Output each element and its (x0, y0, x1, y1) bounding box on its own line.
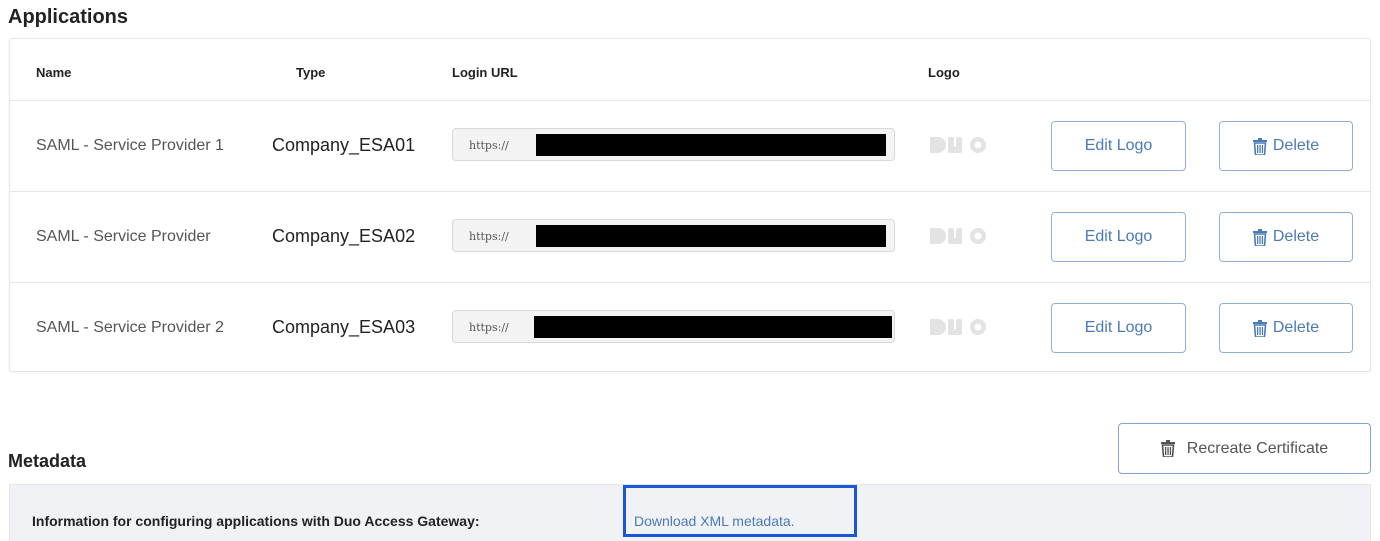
redacted-url (534, 316, 892, 338)
application-type: Company_ESA03 (272, 317, 416, 337)
table-header: Name Type Login URL Logo (10, 39, 1370, 101)
login-url-prefix: https:// (469, 139, 509, 152)
application-name: SAML - Service Provider (36, 228, 211, 245)
login-url-prefix: https:// (469, 230, 509, 243)
duo-logo (930, 319, 986, 335)
recreate-certificate-label: Recreate Certificate (1186, 439, 1329, 457)
delete-button[interactable]: Delete (1219, 121, 1353, 171)
edit-logo-button[interactable]: Edit Logo (1051, 121, 1186, 171)
login-url-field[interactable]: https:// (452, 310, 895, 343)
table-row: SAML - Service Provider Company_ESA02 ht… (10, 192, 1370, 283)
edit-logo-button[interactable]: Edit Logo (1051, 212, 1186, 262)
edit-logo-label: Edit Logo (1084, 228, 1153, 245)
redacted-url (536, 225, 886, 247)
trash-icon (1252, 228, 1267, 246)
delete-button[interactable]: Delete (1219, 303, 1353, 353)
applications-table: Name Type Login URL Logo SAML - Service … (9, 38, 1371, 372)
login-url-field[interactable]: https:// (452, 128, 895, 161)
application-name: SAML - Service Provider 2 (36, 319, 224, 336)
duo-logo (930, 228, 986, 244)
duo-logo (930, 137, 986, 153)
application-type: Company_ESA01 (272, 135, 416, 155)
table-row: SAML - Service Provider 1 Company_ESA01 … (10, 101, 1370, 192)
applications-title: Applications (8, 6, 129, 28)
login-url-field[interactable]: https:// (452, 219, 895, 252)
column-header-logo: Logo (928, 65, 960, 80)
delete-label: Delete (1272, 228, 1320, 245)
delete-label: Delete (1272, 137, 1320, 154)
trash-icon (1160, 440, 1175, 457)
edit-logo-label: Edit Logo (1084, 137, 1153, 154)
column-header-type: Type (296, 65, 326, 80)
application-name: SAML - Service Provider 1 (36, 137, 224, 154)
table-row: SAML - Service Provider 2 Company_ESA03 … (10, 283, 1370, 374)
metadata-info-text: Information for configuring applications… (32, 513, 480, 529)
column-header-name: Name (36, 65, 72, 80)
download-xml-metadata-link[interactable]: Download XML metadata. (623, 485, 857, 537)
login-url-prefix: https:// (469, 321, 509, 334)
delete-label: Delete (1272, 319, 1320, 336)
application-type: Company_ESA02 (272, 226, 416, 246)
metadata-info-bar: Information for configuring applications… (9, 484, 1371, 541)
trash-icon (1252, 137, 1267, 155)
trash-icon (1252, 319, 1267, 337)
delete-button[interactable]: Delete (1219, 212, 1353, 262)
edit-logo-button[interactable]: Edit Logo (1051, 303, 1186, 353)
edit-logo-label: Edit Logo (1084, 319, 1153, 336)
metadata-title: Metadata (8, 451, 87, 471)
redacted-url (536, 134, 886, 156)
column-header-login-url: Login URL (452, 65, 518, 80)
recreate-certificate-button[interactable]: Recreate Certificate (1118, 423, 1371, 474)
